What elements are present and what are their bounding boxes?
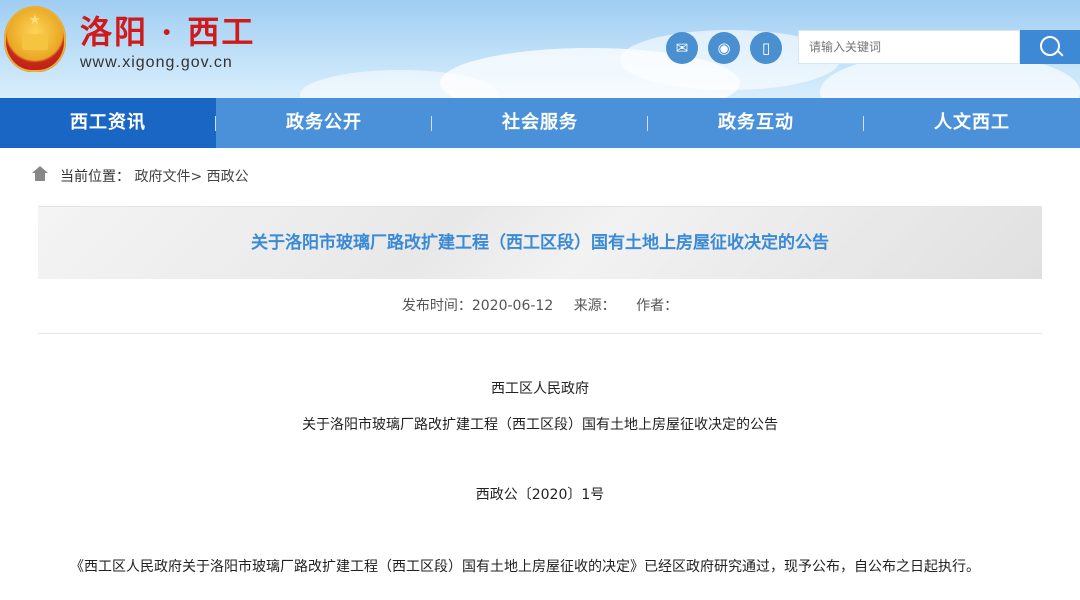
article-paragraph: 西工区人民政府: [491, 381, 589, 397]
article-title-band: 关于洛阳市玻璃厂路改扩建工程（西工区段）国有土地上房屋征收决定的公告: [38, 206, 1042, 279]
wechat-icon[interactable]: ✉: [666, 32, 698, 64]
site-title[interactable]: 洛阳 · 西工: [80, 14, 255, 50]
nav-item-interaction[interactable]: 政务互动: [648, 98, 864, 148]
breadcrumb-label: 当前位置：: [60, 169, 130, 185]
breadcrumb-current[interactable]: 西政公: [207, 169, 249, 185]
article-source: 来源：: [573, 298, 616, 314]
article-paragraph: 西政公〔2020〕1号: [475, 487, 605, 503]
article-paragraph: 关于洛阳市玻璃厂路改扩建工程（西工区段）国有土地上房屋征收决定的公告: [302, 417, 778, 433]
article-title: 关于洛阳市玻璃厂路改扩建工程（西工区段）国有土地上房屋征收决定的公告: [251, 233, 829, 253]
nav-item-government-affairs[interactable]: 政务公开: [216, 98, 432, 148]
publish-time: 发布时间：2020-06-12: [401, 298, 554, 314]
site-url: www.xigong.gov.cn: [80, 54, 233, 71]
nav-item-xigong-news[interactable]: 西工资讯: [0, 98, 216, 148]
site-header: ★ 洛阳 · 西工 www.xigong.gov.cn ✉ ◉ ▯: [0, 0, 1080, 98]
main-nav: 西工资讯 政务公开 社会服务 政务互动 人文西工: [0, 98, 1080, 148]
search-button[interactable]: [1020, 30, 1080, 64]
article-author: 作者：: [636, 298, 679, 314]
article-paragraph: 《西工区人民政府关于洛阳市玻璃厂路改扩建工程（西工区段）国有土地上房屋征收的决定…: [70, 559, 980, 575]
national-emblem-icon: ★: [4, 6, 66, 72]
breadcrumb-link-documents[interactable]: 政府文件>: [134, 169, 202, 185]
search-icon: [1040, 36, 1060, 56]
breadcrumb: 当前位置： 政府文件> 西政公: [0, 148, 1080, 206]
home-icon[interactable]: [32, 166, 48, 182]
weibo-icon[interactable]: ◉: [708, 32, 740, 64]
mobile-icon[interactable]: ▯: [750, 32, 782, 64]
article-body: 西工区人民政府 关于洛阳市玻璃厂路改扩建工程（西工区段）国有土地上房屋征收决定的…: [38, 378, 1042, 576]
nav-item-social-services[interactable]: 社会服务: [432, 98, 648, 148]
article-meta: 发布时间：2020-06-12 来源： 作者：: [38, 279, 1042, 334]
search-input[interactable]: [798, 30, 1020, 64]
nav-item-culture[interactable]: 人文西工: [864, 98, 1080, 148]
